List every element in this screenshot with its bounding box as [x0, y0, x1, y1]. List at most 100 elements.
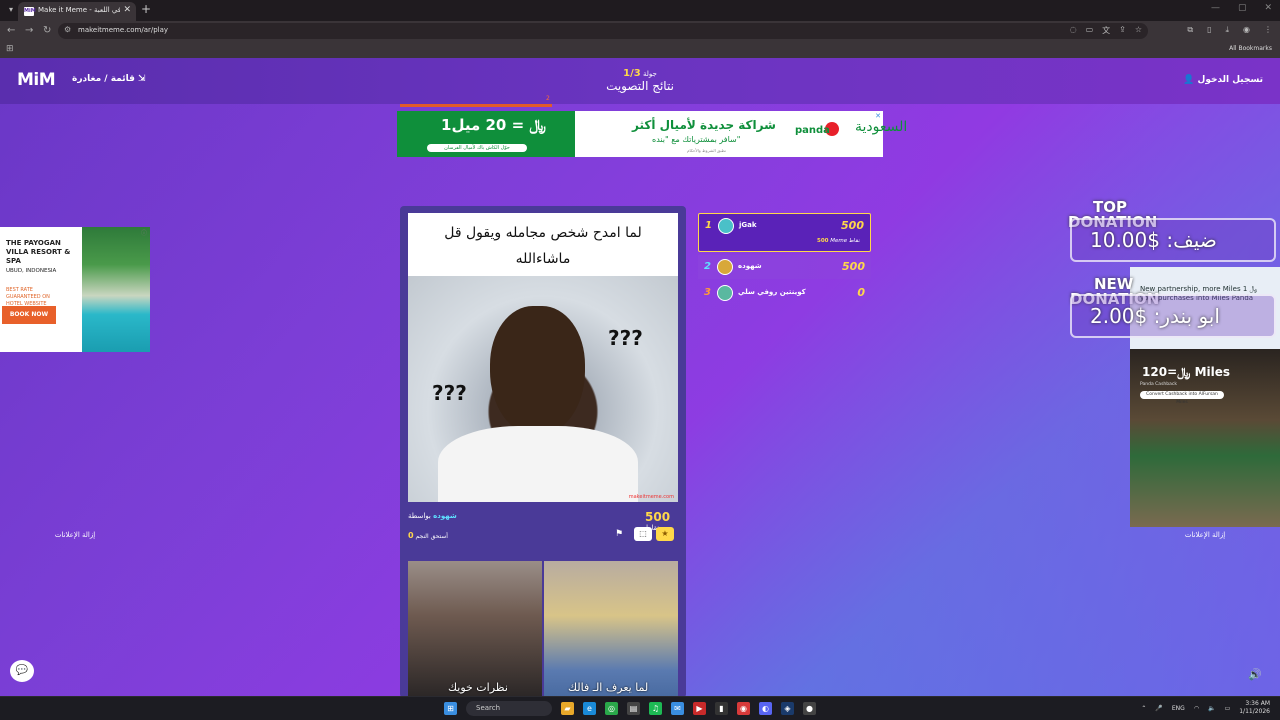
site-info-icon[interactable]: ⚙	[64, 25, 71, 34]
round-label: جولة	[642, 70, 657, 78]
mic-icon[interactable]: 🎤	[1155, 705, 1162, 712]
volume-icon[interactable]: 🔈	[1208, 705, 1215, 712]
remove-ads-link-left[interactable]: إزالة الإعلانات	[0, 531, 150, 539]
all-bookmarks[interactable]: All Bookmarks	[1229, 45, 1272, 52]
forward-icon[interactable]: →	[25, 25, 33, 36]
sidebar-icon[interactable]: ▯	[1207, 25, 1211, 35]
media-icon[interactable]: ▶	[693, 702, 706, 715]
file-explorer-icon[interactable]: ▰	[561, 702, 574, 715]
clock-time: 3:36 AM	[1245, 700, 1270, 707]
progress-marker: 2	[546, 95, 550, 102]
user-icon: 👤	[1183, 75, 1195, 85]
store-icon[interactable]: ▤	[627, 702, 640, 715]
minimize-icon[interactable]: —	[1211, 3, 1220, 13]
url-text[interactable]: makeitmeme.com/ar/play	[78, 26, 168, 34]
ad-book-now-button[interactable]: BOOK NOW	[2, 306, 56, 324]
ad-close-icon[interactable]: ✕	[875, 112, 881, 120]
apps-grid-icon[interactable]: ⊞	[6, 44, 14, 54]
ad-small-button[interactable]: حوّل الكاش باك لأميال الفرسان	[427, 144, 527, 152]
top-banner-ad[interactable]: 1﷼ = 20 ميل حوّل الكاش باك لأميال الفرسا…	[397, 111, 907, 157]
reload-icon[interactable]: ↻	[43, 25, 51, 36]
mail-icon[interactable]: ✉	[671, 702, 684, 715]
menu-leave-button[interactable]: قائمة / مغادرة ⇲	[72, 74, 146, 84]
rank-number: 1	[705, 220, 712, 231]
terminal-icon[interactable]: ▮	[715, 702, 728, 715]
edge-icon[interactable]: e	[583, 702, 596, 715]
ad-left-small: BEST RATE GUARANTEED ON HOTEL WEBSITE	[6, 287, 50, 307]
omnibox[interactable]: ⚙ makeitmeme.com/ar/play ◌ ▭ 文 ⇪ ☆	[58, 23, 1148, 39]
player-score: 0	[857, 286, 865, 299]
windows-start-icon[interactable]: ⊞	[444, 702, 457, 715]
new-donation-value: ابو بندر: $2.00	[1090, 304, 1220, 328]
battery-icon[interactable]: ▭	[1225, 705, 1231, 712]
login-button[interactable]: 👤 تسجيل الدخول	[1183, 75, 1263, 85]
ad-right-button[interactable]: Convert Cashback into AlFursan Miles	[1140, 391, 1224, 405]
meme2-left-panel	[408, 561, 542, 696]
meme-author: شهوده بواسطة	[408, 512, 457, 520]
top-donation-box: ضيف: $10.00	[1070, 218, 1276, 262]
toolbar-icons: ⧉ ▯ ⤓ ◉ ⋮	[1187, 25, 1272, 35]
steam-icon[interactable]: ◈	[781, 702, 794, 715]
cast-icon[interactable]: ▭	[1086, 25, 1094, 36]
chat-icon[interactable]: 💬	[10, 660, 34, 682]
clock[interactable]: 3:36 AM 1/11/2026	[1239, 700, 1270, 716]
spotify-icon[interactable]: ♫	[649, 702, 662, 715]
back-icon[interactable]: ←	[7, 25, 15, 36]
author-name[interactable]: شهوده	[433, 512, 457, 520]
player-avatar	[717, 259, 733, 275]
meme-face	[490, 306, 585, 436]
extensions-icon[interactable]: ⧉	[1187, 25, 1193, 35]
ad-resort-image	[82, 227, 150, 352]
tab-search-icon[interactable]: ▾	[5, 4, 17, 16]
rank-number: 2	[704, 261, 711, 272]
app-icon[interactable]: ◉	[737, 702, 750, 715]
share-icon[interactable]: ⇪	[1119, 25, 1126, 36]
ad-left-title: THE PAYOGAN VILLA RESORT & SPA	[6, 239, 71, 265]
taskbar-apps: ⊞ Search ▰ e ◎ ▤ ♫ ✉ ▶ ▮ ◉ ◐ ◈ ●	[444, 701, 816, 716]
translate-icon[interactable]: 文	[1102, 25, 1110, 36]
site-logo[interactable]: MiM	[17, 70, 56, 90]
save-meme-button[interactable]: ⬚	[634, 527, 652, 541]
browser-tab[interactable]: MiM Make it Meme - جولة 1/3 في اللعبة ✕	[18, 2, 136, 21]
rank-number: 3	[704, 287, 711, 298]
ad-green-panel: 1﷼ = 20 ميل حوّل الكاش باك لأميال الفرسا…	[397, 111, 575, 157]
browser-tabstrip: ▾ MiM Make it Meme - جولة 1/3 في اللعبة …	[0, 0, 1280, 21]
meme-question-marks-1: ???	[608, 326, 643, 350]
language-indicator[interactable]: ENG	[1172, 705, 1185, 712]
speaker-icon[interactable]: 🔊	[1248, 668, 1262, 681]
eye-off-icon[interactable]: ◌	[1070, 25, 1077, 36]
report-flag-icon[interactable]: ⚑	[615, 529, 623, 539]
close-window-icon[interactable]: ✕	[1264, 3, 1272, 13]
window-controls: — ▢ ✕	[1211, 3, 1272, 13]
profile-icon[interactable]: ◉	[1243, 25, 1250, 35]
download-icon[interactable]: ⤓	[1225, 25, 1229, 35]
meme2-right-panel	[544, 561, 678, 696]
ad-left-location: UBUD, INDONESIA	[6, 268, 57, 274]
more-menu-icon[interactable]: ⋮	[1264, 25, 1272, 35]
tray-chevron-icon[interactable]: ⌃	[1141, 705, 1146, 712]
deserve-value: 0	[408, 531, 414, 540]
clock-date: 1/11/2026	[1239, 708, 1270, 715]
new-tab-icon[interactable]: +	[141, 2, 151, 16]
meme2-subtitle-right: لما يعرف الـ فالك	[568, 681, 649, 694]
bookmark-star-icon[interactable]: ☆	[1135, 25, 1142, 36]
player-name: شهوده	[738, 262, 762, 270]
meme-watermark: makeitmeme.com	[628, 494, 674, 500]
maximize-icon[interactable]: ▢	[1238, 3, 1247, 13]
leaderboard-row: 2 شهوده 500	[698, 255, 871, 279]
obs-icon[interactable]: ●	[803, 702, 816, 715]
ad-right-price: 1﷼=20 Miles	[1142, 365, 1231, 379]
chrome-icon[interactable]: ◎	[605, 702, 618, 715]
discord-icon[interactable]: ◐	[759, 702, 772, 715]
tab-close-icon[interactable]: ✕	[123, 5, 131, 15]
bookmarks-bar: ⊞ All Bookmarks	[0, 41, 1280, 58]
taskbar-search[interactable]: Search	[466, 701, 552, 716]
remove-ads-link-right[interactable]: إزالة الإعلانات	[1130, 531, 1280, 539]
left-side-ad[interactable]: THE PAYOGAN VILLA RESORT & SPA UBUD, IND…	[0, 227, 150, 352]
ad-right-sub: Panda Cashback	[1140, 382, 1177, 387]
star-vote-button[interactable]: ★	[656, 527, 674, 541]
tab-title: Make it Meme - جولة 1/3 في اللعبة	[38, 6, 120, 14]
omnibox-actions: ◌ ▭ 文 ⇪ ☆	[1070, 25, 1142, 36]
ad-info-icon[interactable]: ⓘ	[141, 228, 147, 237]
wifi-icon[interactable]: ◠	[1194, 705, 1199, 712]
